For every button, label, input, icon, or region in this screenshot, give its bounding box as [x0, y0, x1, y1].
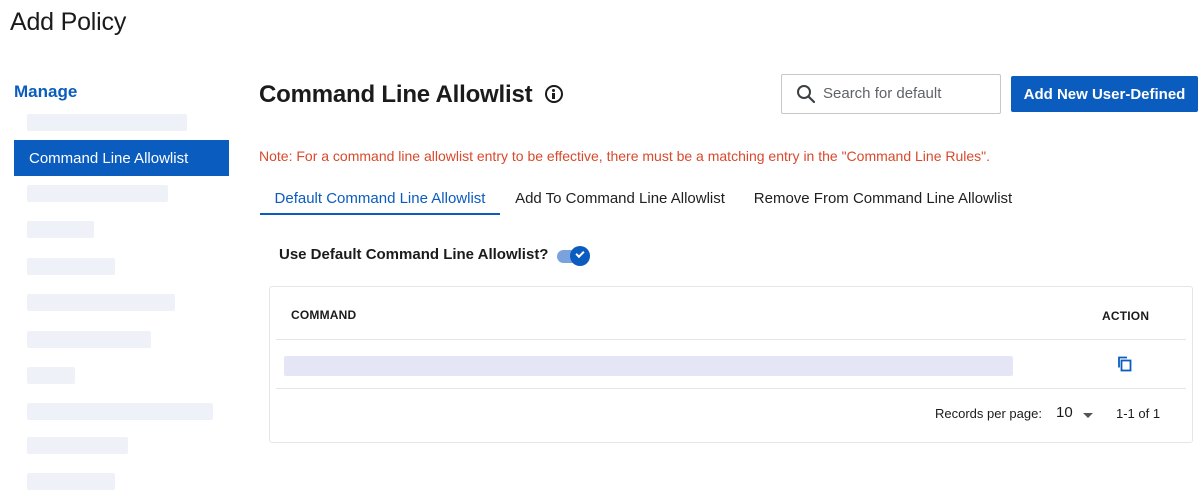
sidebar-item-placeholder[interactable]	[27, 367, 75, 384]
pagination-range: 1-1 of 1	[1116, 406, 1161, 421]
use-default-allowlist-toggle[interactable]	[557, 246, 591, 266]
records-per-page-select[interactable]: 10	[1056, 404, 1073, 421]
allowlist-table: COMMAND ACTION Records per page: 10 1-1 …	[269, 286, 1193, 443]
sidebar-item-placeholder[interactable]	[27, 258, 115, 275]
search-box[interactable]	[781, 74, 1001, 114]
page-title: Add Policy	[10, 8, 127, 36]
sidebar-heading: Manage	[14, 82, 78, 101]
tab-default-command-line-allowlist[interactable]: Default Command Line Allowlist	[260, 180, 500, 215]
sidebar-item-placeholder[interactable]	[27, 403, 213, 420]
row-divider	[276, 388, 1186, 389]
sidebar-item-placeholder[interactable]	[27, 185, 168, 202]
check-icon	[575, 248, 585, 259]
copy-icon[interactable]	[1116, 355, 1134, 373]
search-input[interactable]	[823, 85, 993, 102]
sidebar-item-placeholder[interactable]	[27, 221, 94, 238]
chevron-down-icon[interactable]	[1083, 413, 1093, 418]
sidebar-item-command-line-allowlist[interactable]: Command Line Allowlist	[14, 140, 229, 176]
sidebar-item-placeholder[interactable]	[27, 473, 115, 490]
sidebar-item-placeholder[interactable]	[27, 437, 128, 454]
tab-bar: Default Command Line Allowlist Add To Co…	[259, 180, 1039, 216]
sidebar-item-placeholder[interactable]	[27, 294, 175, 311]
tab-remove-from-command-line-allowlist[interactable]: Remove From Command Line Allowlist	[749, 180, 1017, 215]
column-header-action: ACTION	[1102, 309, 1150, 323]
toggle-label: Use Default Command Line Allowlist?	[279, 246, 549, 263]
records-per-page-label: Records per page:	[935, 406, 1042, 421]
toggle-knob	[570, 246, 590, 266]
add-new-user-defined-button[interactable]: Add New User-Defined	[1011, 76, 1198, 112]
main-panel: Command Line Allowlist Add New User-Defi…	[259, 0, 1203, 503]
note-text: Note: For a command line allowlist entry…	[259, 148, 991, 164]
sidebar-item-placeholder[interactable]	[27, 331, 151, 348]
column-header-command: COMMAND	[291, 308, 357, 322]
info-icon[interactable]	[545, 85, 563, 103]
command-cell-placeholder	[284, 356, 1013, 376]
sidebar-item-placeholder[interactable]	[27, 114, 187, 131]
search-icon	[797, 85, 816, 104]
tab-add-to-command-line-allowlist[interactable]: Add To Command Line Allowlist	[506, 180, 734, 215]
section-title: Command Line Allowlist	[259, 81, 533, 108]
header-divider	[276, 339, 1186, 340]
